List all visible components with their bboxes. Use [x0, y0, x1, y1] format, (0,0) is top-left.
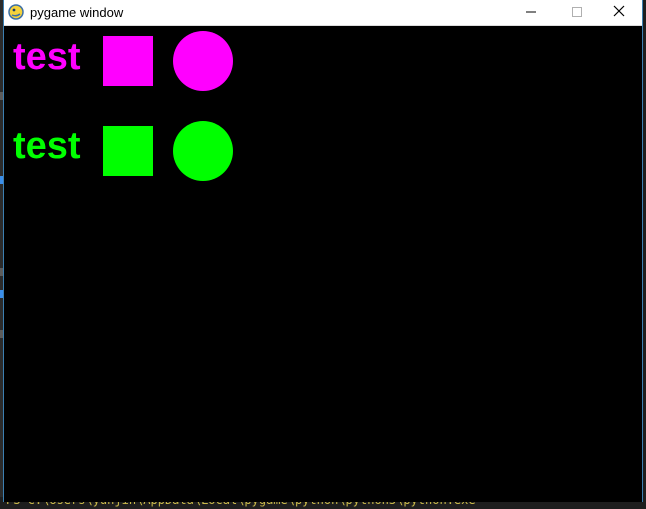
row-1-circle: [173, 31, 233, 91]
row-2-circle: [173, 121, 233, 181]
pygame-window[interactable]: pygame window test test: [3, 0, 643, 502]
close-icon: [613, 4, 625, 22]
row-1-label: test: [13, 36, 81, 78]
close-button[interactable]: [596, 0, 642, 26]
pygame-snake-icon[interactable]: [8, 4, 24, 20]
minimize-icon: [526, 4, 536, 22]
row-2-label: test: [13, 125, 81, 167]
row-2-square: [103, 126, 153, 176]
row-1-square: [103, 36, 153, 86]
title-bar[interactable]: pygame window: [4, 0, 642, 26]
window-title: pygame window: [30, 5, 124, 20]
game-canvas[interactable]: test test: [4, 26, 642, 502]
maximize-icon: [572, 4, 582, 22]
minimize-button[interactable]: [508, 0, 554, 26]
maximize-button[interactable]: [554, 0, 600, 26]
